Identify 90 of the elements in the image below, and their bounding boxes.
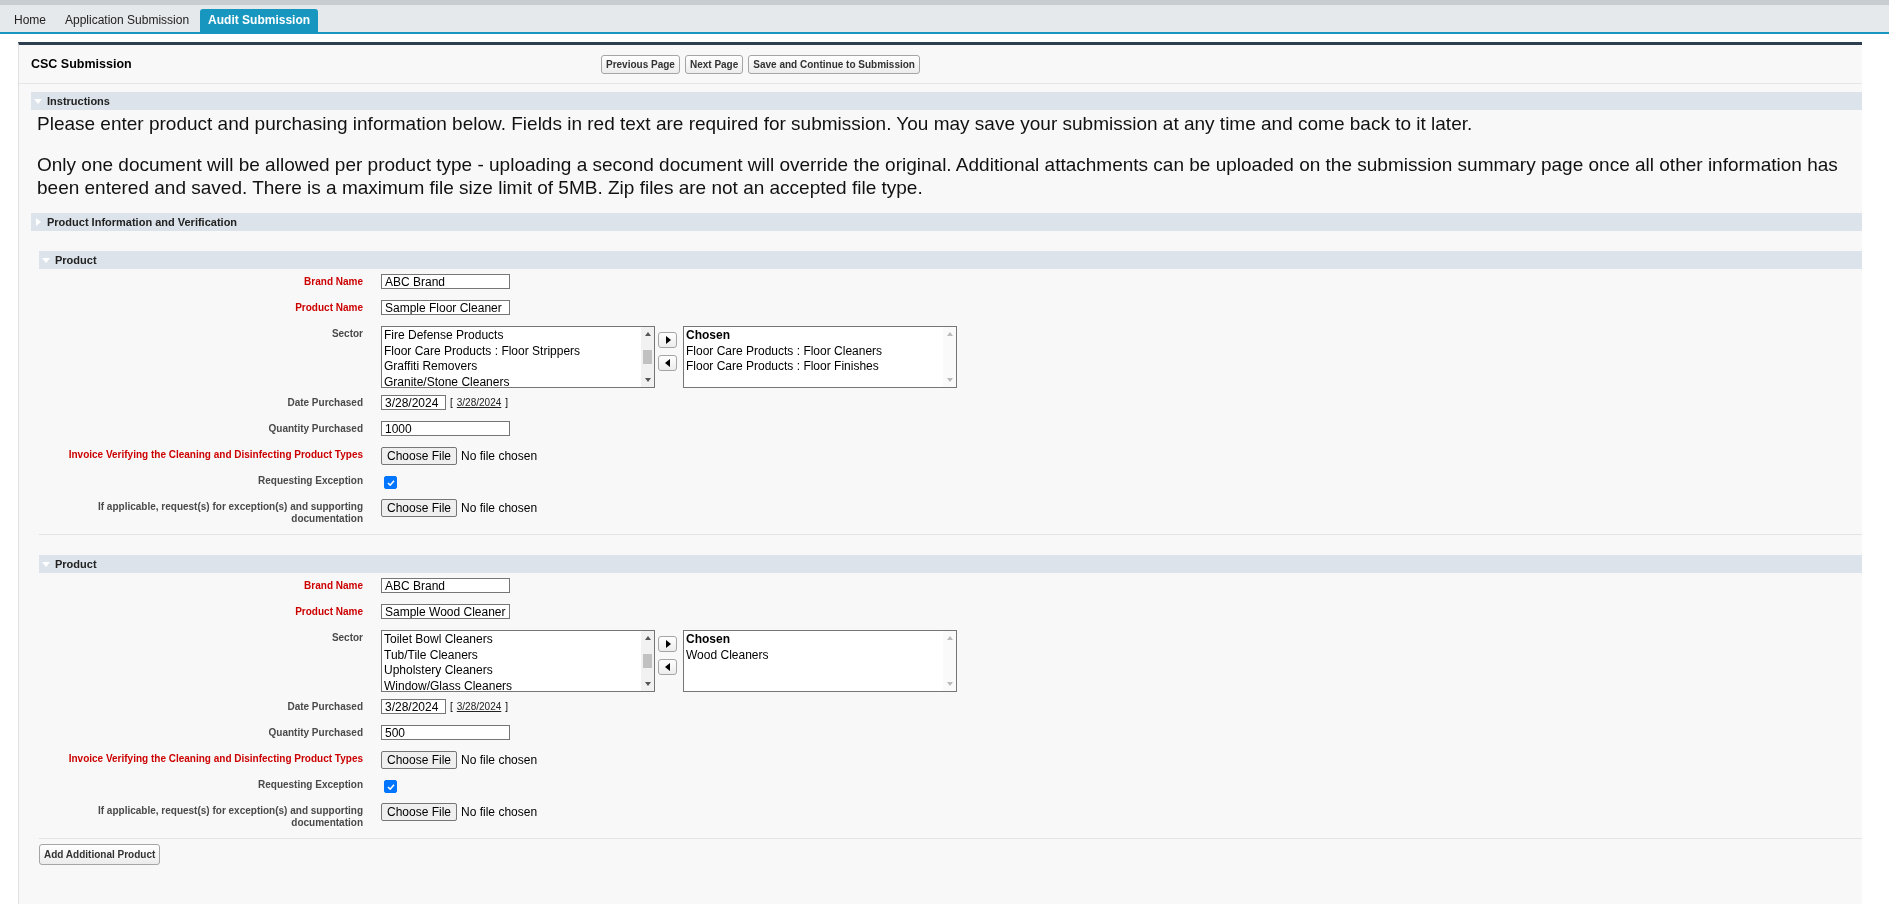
remove-button[interactable] <box>658 355 677 371</box>
text-field[interactable]: ABC Brand <box>381 578 510 593</box>
section-header[interactable]: Instructions <box>31 92 1862 110</box>
left-arrow-icon <box>663 359 672 367</box>
field-label: Date Purchased <box>286 396 363 410</box>
section-header[interactable]: Product <box>39 555 1862 573</box>
field-label: Quantity Purchased <box>267 422 363 436</box>
page-button[interactable]: Save and Continue to Submission <box>748 54 920 74</box>
checkbox[interactable] <box>384 476 397 489</box>
list-option[interactable]: Fire Defense Products <box>384 328 639 344</box>
text-field[interactable]: ABC Brand <box>381 274 510 289</box>
bracket-text: [ <box>450 396 453 408</box>
right-arrow-icon <box>663 640 672 648</box>
scrollbar[interactable] <box>641 327 654 387</box>
list-header: Chosen <box>686 328 731 344</box>
instruction-text: Only one document will be allowed per product type - uploading a second document will override the original. Additional attachments can be uploaded on the submission summary page once all other information has been entered and saved. There is a maximum file size limit of 5MB. Zip files are not an accepted file type. <box>37 153 1839 199</box>
available-list[interactable]: Toilet Bowl Cleaners Tub/Tile Cleaners Upholstery Cleaners Window/Glass Cleaners <box>381 630 655 692</box>
section-title: Instructions <box>47 95 110 107</box>
scrollbar-thumb[interactable] <box>643 654 652 668</box>
page-button[interactable]: Next Page <box>684 54 744 74</box>
list-option[interactable]: Floor Care Products : Floor Strippers <box>384 343 639 359</box>
chosen-list[interactable]: Chosen Wood Cleaners <box>683 630 957 692</box>
page-button[interactable]: Previous Page <box>601 54 680 74</box>
scroll-up-icon[interactable] <box>643 634 652 642</box>
list-option[interactable]: Wood Cleaners <box>686 647 941 663</box>
scrollbar-thumb[interactable] <box>643 350 652 364</box>
bracket-text: ] <box>505 700 509 712</box>
list-header: Chosen <box>686 632 731 648</box>
choose-file-button[interactable]: Choose File <box>381 447 458 465</box>
field-label: Sector <box>330 327 363 341</box>
section-title: Product Information and Verification <box>47 216 238 228</box>
choose-file-button[interactable]: Choose File <box>381 751 458 769</box>
chosen-list[interactable]: Chosen Floor Care Products : Floor Cleaners Floor Care Products : Floor Finishes <box>683 326 957 388</box>
choose-file-button[interactable]: Choose File <box>381 499 458 517</box>
list-option[interactable]: Graffiti Removers <box>384 359 639 375</box>
section-header[interactable]: Product Information and Verification <box>31 213 1862 231</box>
scrollbar[interactable] <box>641 631 654 691</box>
instruction-text: Please enter product and purchasing information below. Fields in red text are required for submission. You may save your submission at any time and come back to it later. <box>37 112 1474 135</box>
text-field[interactable]: Sample Wood Cleaner <box>381 604 510 619</box>
tab[interactable]: Application Submission <box>57 9 198 32</box>
section-header[interactable]: Product <box>39 251 1862 269</box>
right-arrow-icon <box>663 336 672 344</box>
field-label: Requesting Exception <box>257 778 363 792</box>
section-title: Product <box>55 254 97 266</box>
field-label: Quantity Purchased <box>267 726 363 740</box>
list-option[interactable]: Granite/Stone Cleaners <box>384 374 639 387</box>
field-label: Date Purchased <box>286 700 363 714</box>
scroll-up-icon[interactable] <box>643 330 652 338</box>
bracket-text: [ <box>450 700 453 712</box>
bracket-text: ] <box>505 396 509 408</box>
today-link[interactable]: 3/28/2024 <box>456 395 502 408</box>
text-field[interactable]: 500 <box>381 725 510 740</box>
add-button[interactable] <box>658 636 677 652</box>
scroll-down-icon[interactable] <box>643 680 652 688</box>
field-label: Invoice Verifying the Cleaning and Disinfecting Product Types <box>67 752 363 766</box>
field-label: If applicable, request(s) for exception(s) and supporting documentation <box>96 804 363 829</box>
list-option[interactable]: Floor Care Products : Floor Finishes <box>686 359 941 375</box>
text-field[interactable]: 1000 <box>381 421 510 436</box>
field-label: Sector <box>330 631 363 645</box>
field-label: Brand Name <box>303 579 363 593</box>
page-title: CSC Submission <box>31 57 133 71</box>
today-link[interactable]: 3/28/2024 <box>456 699 502 712</box>
file-status: No file chosen <box>461 500 538 515</box>
file-status: No file chosen <box>461 448 538 463</box>
list-option[interactable]: Tub/Tile Cleaners <box>384 647 639 663</box>
file-status: No file chosen <box>461 804 538 819</box>
field-label: Brand Name <box>303 275 363 289</box>
text-field[interactable]: Sample Floor Cleaner <box>381 300 510 315</box>
checkbox[interactable] <box>384 780 397 793</box>
list-option[interactable]: Window/Glass Cleaners <box>384 678 639 691</box>
field-label: Invoice Verifying the Cleaning and Disinfecting Product Types <box>67 448 363 462</box>
scroll-down-icon[interactable] <box>643 376 652 384</box>
remove-button[interactable] <box>658 659 677 675</box>
date-field[interactable]: 3/28/2024 <box>381 699 446 714</box>
date-field[interactable]: 3/28/2024 <box>381 395 446 410</box>
choose-file-button[interactable]: Choose File <box>381 803 458 821</box>
field-label: Product Name <box>294 605 363 619</box>
section-title: Product <box>55 558 97 570</box>
field-label: If applicable, request(s) for exception(s) and supporting documentation <box>96 500 363 525</box>
field-label: Requesting Exception <box>257 474 363 488</box>
file-status: No file chosen <box>461 752 538 767</box>
tab[interactable]: Home <box>6 9 54 32</box>
add-product-button[interactable]: Add Additional Product <box>39 844 161 865</box>
left-arrow-icon <box>663 663 672 671</box>
available-list[interactable]: Fire Defense Products Floor Care Products : Floor Strippers Graffiti Removers Granite/Stone Cleaners <box>381 326 655 388</box>
list-option[interactable]: Floor Care Products : Floor Cleaners <box>686 343 941 359</box>
list-option[interactable]: Upholstery Cleaners <box>384 663 639 679</box>
list-option[interactable]: Toilet Bowl Cleaners <box>384 632 639 648</box>
add-button[interactable] <box>658 332 677 348</box>
field-label: Product Name <box>294 301 363 315</box>
